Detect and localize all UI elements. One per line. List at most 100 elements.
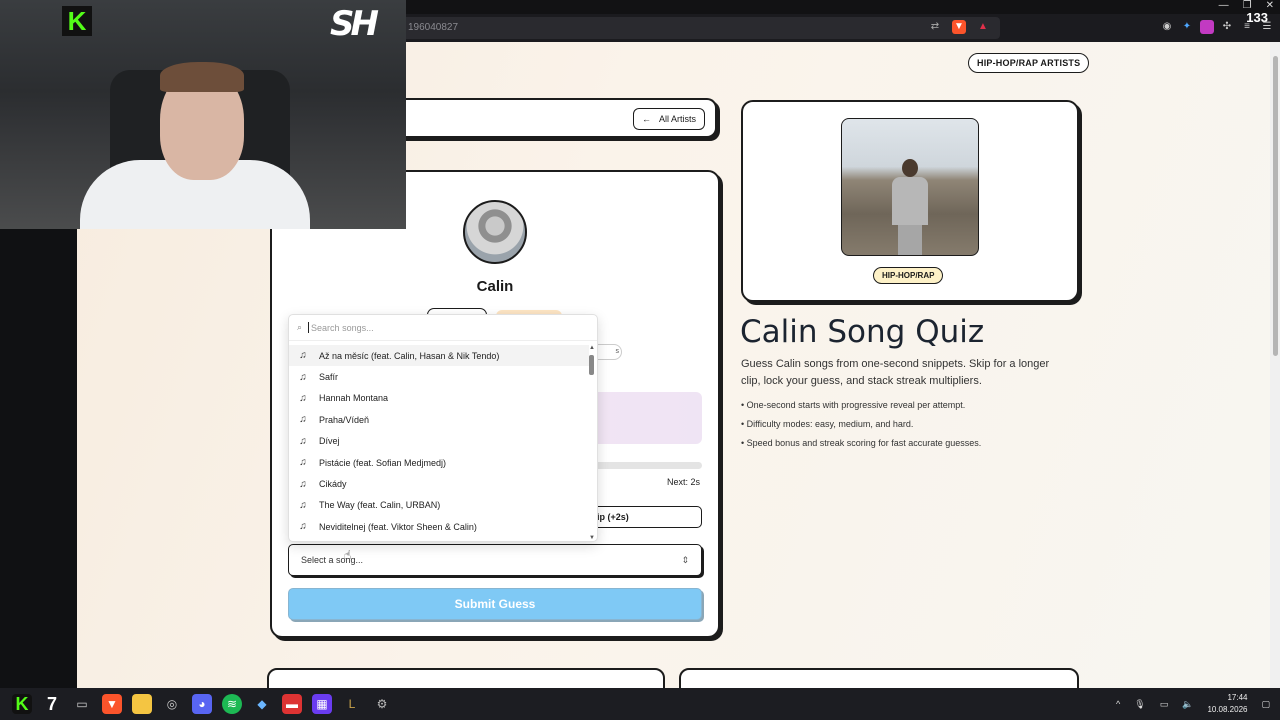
song-title: Až na měsíc (feat. Calin, Hasan & Nik Te… xyxy=(319,350,500,361)
quiz-title: Calin Song Quiz xyxy=(740,314,985,350)
feature-list: • One-second starts with progressive rev… xyxy=(741,400,981,457)
text-caret xyxy=(308,322,310,333)
artist-photo-card: HIP-HOP/RAP xyxy=(741,100,1079,302)
song-option[interactable]: ♫ Safír xyxy=(289,366,589,387)
microphone-icon[interactable]: 🎙 xyxy=(1134,699,1145,710)
system-tray: ^ 🎙 ▭ 🔈 17:44 10.08.2026 ▢ xyxy=(1116,688,1270,720)
artist-avatar xyxy=(463,200,527,264)
music-note-icon: ♫ xyxy=(299,457,307,469)
song-title: Cikády xyxy=(319,479,347,490)
all-artists-button[interactable]: ← All Artists xyxy=(632,108,705,130)
settings-icon[interactable]: ⚙ xyxy=(372,694,392,714)
address-bar-icons: ⇄ ▼ ▲ xyxy=(928,20,990,34)
feature-item: • Difficulty modes: easy, medium, and ha… xyxy=(741,419,914,429)
extension-icons: ◉ ✦ ✣ ≡ ☰ xyxy=(1160,20,1274,34)
music-note-icon: ♫ xyxy=(299,392,307,404)
feature-item: • One-second starts with progressive rev… xyxy=(741,400,966,410)
page-scroll-thumb[interactable] xyxy=(1273,56,1278,356)
chrome-icon[interactable]: ◎ xyxy=(162,694,182,714)
next-snippet-label: Next: 2s xyxy=(666,477,700,487)
brave-rewards-icon[interactable]: ▲ xyxy=(976,20,990,34)
submit-guess-button[interactable]: Submit Guess xyxy=(288,588,702,620)
system-clock[interactable]: 17:44 10.08.2026 xyxy=(1207,692,1247,716)
song-option[interactable]: ♫ Hannah Montana xyxy=(289,388,589,409)
song-option[interactable]: ♫ Neviditelnej (feat. Viktor Sheen & Cal… xyxy=(289,516,589,537)
artist-figure xyxy=(892,159,928,255)
hand-cursor-icon: ☝ xyxy=(344,548,352,562)
song-option[interactable]: ♫ Pistácie (feat. Sofian Medjmedj) xyxy=(289,452,589,473)
chevron-up-icon[interactable]: ^ xyxy=(1116,699,1120,709)
genre-nav-badge[interactable]: HIP-HOP/RAP ARTISTS xyxy=(968,53,1090,73)
song-title: Pistácie (feat. Sofian Medjmedj) xyxy=(319,457,447,468)
taskbar: K 7 ▭ ▼ ◎ ◕ ≋ ◆ ▬ ▦ L ⚙ ^ 🎙 ▭ 🔈 17:44 10… xyxy=(0,688,1280,720)
quiz-description: Guess Calin songs from one-second snippe… xyxy=(741,358,1050,387)
search-songs-input[interactable]: Search songs... xyxy=(311,323,374,333)
kick-logo-icon: K xyxy=(62,6,92,36)
camera-icon[interactable]: ◉ xyxy=(1160,20,1174,34)
music-note-icon: ♫ xyxy=(299,499,307,511)
song-option[interactable]: ♫ The Way (feat. Calin, URBAN) xyxy=(289,495,589,516)
genre-badge: HIP-HOP/RAP xyxy=(873,267,944,284)
song-title: Hannah Montana xyxy=(319,393,389,404)
music-note-icon: ♫ xyxy=(299,521,307,533)
song-option[interactable]: ♫ Až na měsíc (feat. Calin, Hasan & Nik … xyxy=(289,345,589,367)
song-select-value: Select a song... xyxy=(301,555,364,565)
song-option[interactable]: ♫ Praha/Vídeň xyxy=(289,409,589,430)
address-bar[interactable]: 196040827 xyxy=(400,17,1000,39)
music-note-icon: ♫ xyxy=(299,435,307,447)
display-icon[interactable]: ▭ xyxy=(1160,699,1169,710)
all-artists-label: All Artists xyxy=(658,114,696,124)
scroll-thumb[interactable] xyxy=(589,355,594,375)
title-bar xyxy=(406,0,1280,14)
app-icon[interactable]: ▦ xyxy=(312,694,332,714)
song-search[interactable]: ⌕ Search songs... xyxy=(289,315,597,341)
extension-icon[interactable] xyxy=(1200,20,1214,34)
song-option[interactable]: ♫ Dívej xyxy=(289,431,589,452)
dropdown-scrollbar[interactable]: ▲ ▼ xyxy=(589,345,595,541)
song-title: Neviditelnej (feat. Viktor Sheen & Calin… xyxy=(319,521,477,532)
playlist-icon[interactable]: ≡ xyxy=(1240,20,1254,34)
artist-photo xyxy=(841,118,979,256)
bottom-card xyxy=(267,668,665,688)
song-title: Safír xyxy=(319,372,339,383)
music-note-icon: ♫ xyxy=(299,371,307,383)
song-title: Dívej xyxy=(319,436,340,447)
discord-icon[interactable]: ◕ xyxy=(192,694,212,714)
minimize-icon[interactable]: — xyxy=(1219,0,1229,11)
app-icon[interactable]: ▬ xyxy=(282,694,302,714)
music-note-icon: ♫ xyxy=(299,414,307,426)
brave-browser-icon[interactable]: ▼ xyxy=(102,694,122,714)
page-scrollbar[interactable] xyxy=(1270,42,1280,688)
scroll-down-icon[interactable]: ▼ xyxy=(589,535,595,541)
speaker-icon[interactable]: 🔈 xyxy=(1182,699,1193,710)
task-view-icon[interactable]: ▭ xyxy=(72,694,92,714)
music-note-icon: ♫ xyxy=(299,350,307,362)
music-note-icon: ♫ xyxy=(299,478,307,490)
league-icon[interactable]: L xyxy=(342,694,362,714)
menu-icon[interactable]: ☰ xyxy=(1260,20,1274,34)
artist-name: Calin xyxy=(476,278,514,295)
search-icon: ⌕ xyxy=(297,322,303,332)
feature-item: • Speed bonus and streak scoring for fas… xyxy=(741,438,982,448)
bottom-card xyxy=(679,668,1079,688)
arrow-left-icon: ← xyxy=(641,114,651,124)
file-explorer-icon[interactable] xyxy=(132,694,152,714)
clock-date: 10.08.2026 xyxy=(1207,705,1248,714)
app-icon[interactable]: ◆ xyxy=(252,694,272,714)
translate-icon[interactable]: ⇄ xyxy=(928,20,942,34)
scroll-up-icon[interactable]: ▲ xyxy=(589,345,595,351)
kick-app-icon[interactable]: K xyxy=(12,694,32,714)
song-title: The Way (feat. Calin, URBAN) xyxy=(319,500,441,511)
song-title: Praha/Vídeň xyxy=(319,414,370,425)
spotify-icon[interactable]: ≋ xyxy=(222,694,242,714)
chevron-updown-icon: ⇕ xyxy=(681,554,689,565)
streamer-logo-icon: SH xyxy=(330,4,379,44)
brave-shield-icon[interactable]: ▼ xyxy=(952,20,966,34)
webcam-overlay: K SH xyxy=(0,0,406,229)
song-option[interactable]: ♫ Cikády xyxy=(289,473,589,494)
puzzle-icon[interactable]: ✣ xyxy=(1220,20,1234,34)
extension-icon[interactable]: ✦ xyxy=(1180,20,1194,34)
app-icon[interactable]: 7 xyxy=(42,694,62,714)
notification-icon[interactable]: ▢ xyxy=(1261,699,1270,710)
clock-time: 17:44 xyxy=(1227,693,1248,702)
